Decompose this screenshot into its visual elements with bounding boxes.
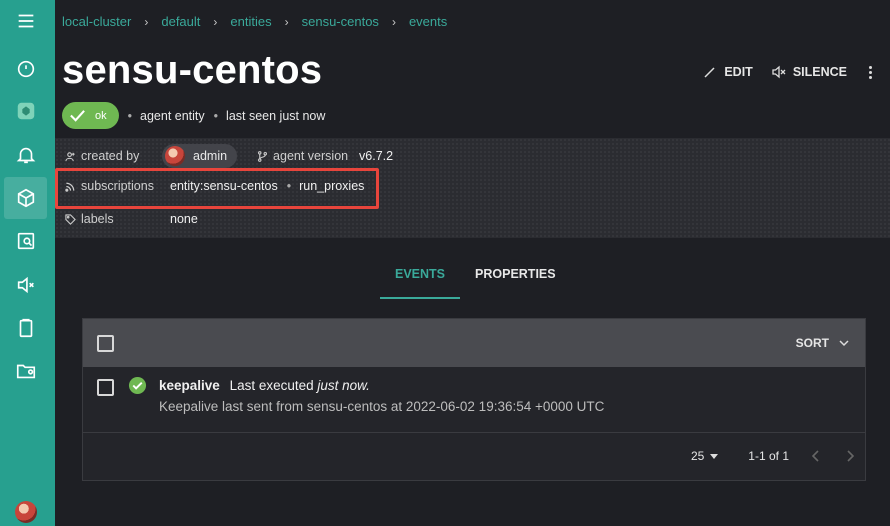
user-avatar[interactable] [15,501,37,523]
breadcrumb-entity[interactable]: sensu-centos [302,14,379,29]
creator-chip[interactable]: admin [162,144,238,168]
speaker-muted-icon [17,276,34,294]
pagination: 25 1-1 of 1 [691,432,865,480]
page-range: 1-1 of 1 [748,449,789,463]
breadcrumb-cluster[interactable]: local-cluster [62,14,131,29]
monitor-check-icon [17,232,34,250]
header-actions: EDIT SILENCE [684,64,875,80]
status-badge-label: ok [95,109,107,122]
edit-button-label: EDIT [724,65,753,79]
agent-version-label: agent version [273,149,349,163]
execution-time: just now. [317,378,370,393]
user-add-icon [65,151,75,161]
breadcrumb-separator: › [284,14,289,29]
tag-icon [65,213,76,225]
edit-button[interactable]: EDIT [702,64,753,80]
sidebar-item-entities[interactable] [4,177,47,219]
breadcrumb-entities[interactable]: entities [230,14,271,29]
breadcrumb: local-cluster › default › entities › sen… [62,14,447,29]
creator-name: admin [193,149,228,163]
breadcrumb-events[interactable]: events [409,14,447,29]
cube-icon [17,188,34,208]
tab-events[interactable]: EVENTS [380,258,461,299]
check-icon [70,110,85,122]
events-list: SORT keepalive Last executed just now. K… [82,318,866,481]
labels-value: none [170,212,198,226]
sidebar [0,0,55,526]
labels-row: labels none [65,212,198,226]
caret-down-icon [710,453,719,459]
event-output: Keepalive last sent from sensu-centos at… [159,399,605,414]
subscriptions-highlight [55,168,379,209]
chevron-right-icon[interactable] [843,449,857,463]
events-list-header: SORT [83,319,865,367]
sidebar-item-dashboard[interactable] [4,48,47,90]
select-all-checkbox[interactable] [97,334,114,352]
check-circle-icon [128,376,147,395]
speaker-muted-icon [772,65,786,79]
breadcrumb-separator: › [391,14,396,29]
avatar [165,146,185,166]
folder-gear-icon [16,364,35,379]
tab-properties[interactable]: PROPERTIES [460,258,571,299]
entity-summary: ok • agent entity • last seen just now [62,102,325,129]
sidebar-item-handlers[interactable] [4,307,47,349]
page-title: sensu-centos [62,48,323,92]
created-by-label: created by [81,149,140,163]
agent-version-value: v6.7.2 [359,149,394,163]
row-checkbox[interactable] [97,379,114,396]
gauge-icon [17,60,34,78]
breadcrumb-namespace[interactable]: default [161,14,200,29]
tab-bar: EVENTS PROPERTIES [380,258,571,299]
chevron-down-icon [839,340,849,347]
rows-per-page-value: 25 [690,449,705,463]
sidebar-item-silenced[interactable] [4,264,47,306]
execution-label: Last executed [229,378,314,393]
bell-icon [16,147,35,164]
sidebar-item-events[interactable] [4,134,47,176]
breadcrumb-separator: › [213,14,218,29]
sort-label: SORT [795,336,829,350]
branch-icon [258,150,268,162]
pencil-icon [704,67,715,78]
list-item[interactable]: keepalive Last executed just now. Keepal… [83,367,865,433]
more-options-icon[interactable] [865,65,875,80]
last-seen: last seen just now [226,108,326,123]
breadcrumb-separator: › [144,14,149,29]
created-by-row: created by admin agent version v6.7.2 [65,144,393,168]
rows-per-page-select[interactable]: 25 [690,449,719,463]
labels-label: labels [81,212,114,226]
sort-button[interactable]: SORT [796,336,851,350]
sidebar-item-checks[interactable] [4,220,47,262]
silence-button-label: SILENCE [792,65,847,79]
namespace-icon [17,102,34,120]
clipboard-icon [19,318,32,338]
check-name[interactable]: keepalive [159,378,220,393]
silence-button[interactable]: SILENCE [771,64,847,80]
status-badge: ok [62,102,119,129]
menu-icon[interactable] [4,0,47,42]
entity-class: agent entity [140,108,205,123]
sidebar-item-namespace[interactable] [4,90,47,132]
chevron-left-icon[interactable] [809,449,823,463]
sidebar-item-config[interactable] [4,350,47,392]
